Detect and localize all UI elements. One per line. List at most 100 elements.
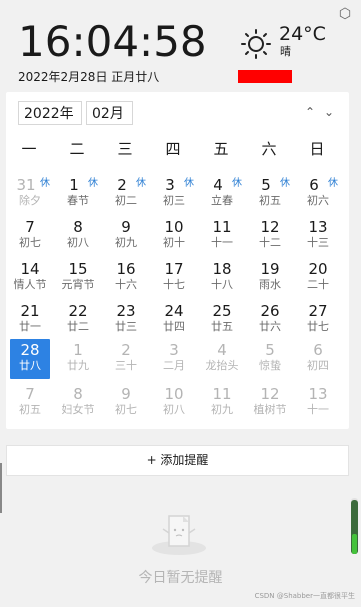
day-number: 24: [164, 302, 184, 320]
lunar-label: 十一: [211, 236, 233, 249]
lunar-label: 廿八: [19, 359, 41, 372]
calendar-day[interactable]: 21 廿一: [10, 300, 50, 340]
day-number: 12: [260, 218, 280, 236]
calendar-day[interactable]: 2 三十: [106, 339, 146, 379]
calendar-day[interactable]: 18 十八: [202, 258, 242, 298]
lunar-label: 十八: [211, 278, 233, 291]
calendar-day[interactable]: 25 廿五: [202, 300, 242, 340]
day-number: 25: [212, 302, 232, 320]
month-select[interactable]: 02月: [86, 101, 133, 125]
day-number: 23: [116, 302, 136, 320]
lunar-label: 初七: [19, 236, 41, 249]
lunar-label: 妇女节: [61, 403, 95, 416]
calendar-day[interactable]: 26 廿六: [250, 300, 290, 340]
calendar-day[interactable]: 5 惊蛰: [250, 339, 290, 379]
calendar-day[interactable]: 12 十二: [250, 216, 290, 256]
calendar-day[interactable]: 2 初二休: [106, 174, 146, 214]
lunar-label: 初四: [307, 359, 329, 372]
scrollbar-indicator: [352, 534, 357, 554]
holiday-rest-badge: 休: [40, 178, 50, 189]
calendar-day[interactable]: 7 初七: [10, 216, 50, 256]
calendar-day[interactable]: 8 初八: [58, 216, 98, 256]
calendar-day[interactable]: 13 十三: [298, 216, 338, 256]
chevron-down-icon[interactable]: ⌄: [322, 104, 336, 120]
calendar-day[interactable]: 27 廿七: [298, 300, 338, 340]
calendar-day[interactable]: 13 十一: [298, 383, 338, 423]
lunar-label: 十七: [163, 278, 185, 291]
add-reminder-button[interactable]: + 添加提醒: [6, 445, 349, 476]
window-edge: [0, 463, 2, 513]
calendar-day[interactable]: 9 初七: [106, 383, 146, 423]
day-number: 5: [265, 341, 275, 359]
day-number: 10: [164, 385, 184, 403]
calendar-day[interactable]: 15 元宵节: [58, 258, 98, 298]
holiday-rest-badge: 休: [184, 178, 194, 189]
calendar-day[interactable]: 7 初五: [10, 383, 50, 423]
settings-icon[interactable]: ⬡: [337, 6, 353, 22]
day-number: 19: [260, 260, 280, 278]
day-number: 27: [308, 302, 328, 320]
calendar-day[interactable]: 23 廿三: [106, 300, 146, 340]
calendar-day[interactable]: 8 妇女节: [58, 383, 98, 423]
lunar-label: 廿七: [307, 320, 329, 333]
day-number: 26: [260, 302, 280, 320]
calendar-day[interactable]: 20 二十: [298, 258, 338, 298]
lunar-label: 二十: [307, 278, 329, 291]
lunar-label: 廿一: [19, 320, 41, 333]
calendar-day[interactable]: 31 除夕休: [10, 174, 50, 214]
day-number: 1: [73, 341, 83, 359]
calendar-day[interactable]: 22 廿二: [58, 300, 98, 340]
clock-time: 16:04:58: [18, 17, 207, 66]
calendar-day[interactable]: 3 二月: [154, 339, 194, 379]
holiday-rest-badge: 休: [88, 178, 98, 189]
calendar-day[interactable]: 10 初八: [154, 383, 194, 423]
day-number: 4: [217, 341, 227, 359]
calendar-day[interactable]: 5 初五休: [250, 174, 290, 214]
year-select[interactable]: 2022年: [18, 101, 82, 125]
calendar-day[interactable]: 6 初六休: [298, 174, 338, 214]
calendar-day[interactable]: 4 立春休: [202, 174, 242, 214]
calendar-day[interactable]: 19 雨水: [250, 258, 290, 298]
calendar-day[interactable]: 3 初三休: [154, 174, 194, 214]
chevron-up-icon[interactable]: ⌃: [303, 104, 317, 120]
lunar-label: 廿三: [115, 320, 137, 333]
weekday-header: 一: [21, 140, 37, 158]
calendar-day[interactable]: 4 龙抬头: [202, 339, 242, 379]
calendar-day[interactable]: 11 初九: [202, 383, 242, 423]
holiday-rest-badge: 休: [232, 178, 242, 189]
empty-reminder-text: 今日暂无提醒: [138, 570, 223, 586]
lunar-label: 初九: [211, 403, 233, 416]
calendar-day[interactable]: 1 春节休: [58, 174, 98, 214]
calendar-day-today[interactable]: 28 廿八: [10, 339, 50, 379]
weekday-header: 六: [261, 140, 277, 158]
lunar-label: 廿二: [67, 320, 89, 333]
lunar-label: 惊蛰: [259, 359, 281, 372]
calendar-day[interactable]: 9 初九: [106, 216, 146, 256]
day-number: 15: [68, 260, 88, 278]
lunar-label: 初二: [115, 194, 137, 207]
calendar-day[interactable]: 24 廿四: [154, 300, 194, 340]
day-number: 28: [20, 341, 40, 359]
calendar-day[interactable]: 10 初十: [154, 216, 194, 256]
lunar-label: 初八: [163, 403, 185, 416]
lunar-label: 十二: [259, 236, 281, 249]
day-number: 11: [212, 218, 232, 236]
day-number: 9: [121, 218, 131, 236]
calendar-day[interactable]: 16 十六: [106, 258, 146, 298]
lunar-label: 春节: [67, 194, 89, 207]
lunar-label: 三十: [115, 359, 137, 372]
calendar-day[interactable]: 17 十七: [154, 258, 194, 298]
weekday-header: 五: [213, 140, 229, 158]
calendar-day[interactable]: 14 情人节: [10, 258, 50, 298]
calendar-day[interactable]: 6 初四: [298, 339, 338, 379]
day-number: 16: [116, 260, 136, 278]
lunar-label: 廿四: [163, 320, 185, 333]
calendar-day[interactable]: 1 廿九: [58, 339, 98, 379]
weekday-header: 二: [69, 140, 85, 158]
day-number: 8: [73, 385, 83, 403]
lunar-label: 十一: [307, 403, 329, 416]
weather-desc: 晴: [280, 45, 291, 58]
calendar-day[interactable]: 12 植树节: [250, 383, 290, 423]
calendar-day[interactable]: 11 十一: [202, 216, 242, 256]
lunar-label: 十三: [307, 236, 329, 249]
